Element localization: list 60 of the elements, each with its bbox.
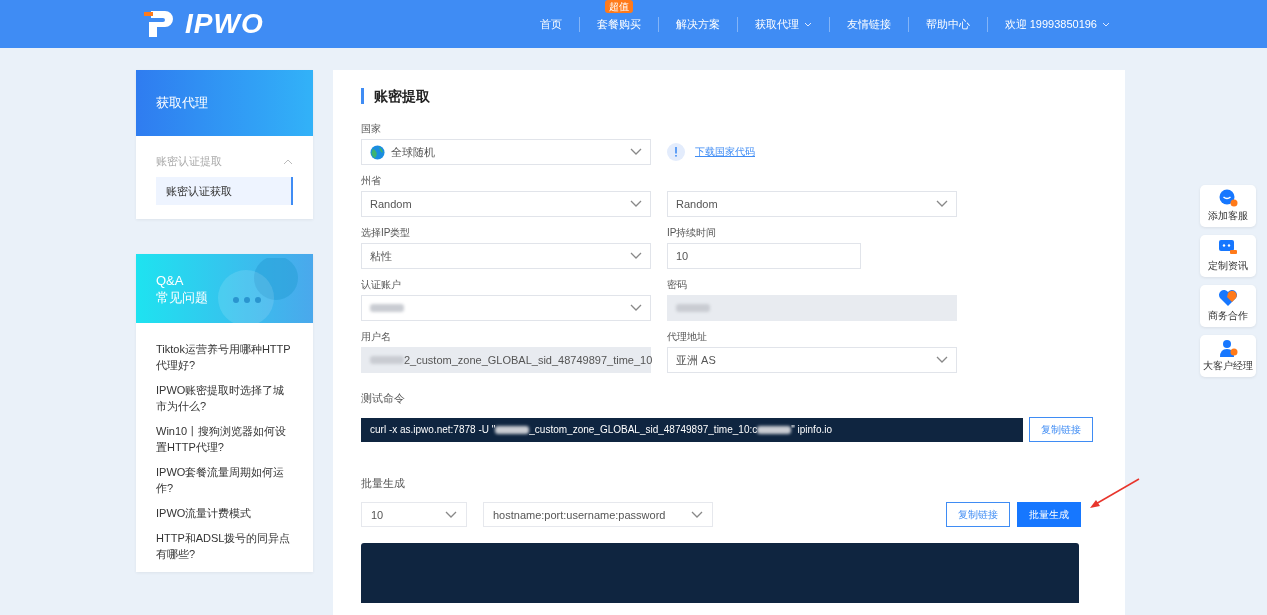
caret-icon [691, 510, 703, 519]
blurred-text [757, 425, 792, 434]
menu-card-title: 获取代理 [136, 70, 313, 136]
input-field[interactable]: 10 [667, 243, 861, 269]
select-field[interactable]: 亚洲 AS [667, 347, 957, 373]
field-label: 密码 [667, 278, 688, 290]
field-label: 国家 [361, 122, 382, 134]
side-float-button[interactable]: 商务合作 [1200, 285, 1256, 327]
input-field[interactable]: 2_custom_zone_GLOBAL_sid_48749897_time_10 [361, 347, 651, 373]
caret-icon [630, 304, 642, 312]
arrow-annotation [1088, 478, 1140, 510]
select-field[interactable]: Random [667, 191, 957, 217]
input-field[interactable] [667, 295, 957, 321]
select-field[interactable]: Random [361, 191, 651, 217]
select-field[interactable]: 粘性 [361, 243, 651, 269]
faq-link[interactable]: IPWO套餐流量周期如何运作? [156, 464, 293, 496]
field-label: 选择IP类型 [361, 226, 412, 238]
faq-link[interactable]: Tiktok运营养号用哪种HTTP代理好? [156, 341, 293, 373]
heart-handshake-icon [1218, 289, 1238, 307]
side-float-button[interactable]: 大客户经理 [1200, 335, 1256, 377]
format-select[interactable]: hostname:port:username:password [483, 502, 713, 527]
chat-bubble-icon [1218, 189, 1238, 207]
message-icon [1218, 239, 1238, 257]
count-select[interactable]: 10 [361, 502, 467, 527]
field-label: 认证账户 [361, 278, 402, 290]
generate-button[interactable]: 批量生成 [1017, 502, 1081, 527]
page-title: 账密提取 [361, 88, 1099, 104]
caret-icon [936, 200, 948, 208]
faq-link[interactable]: IPWO账密提取时选择了城市为什么? [156, 382, 293, 414]
caret-icon [445, 510, 457, 519]
caret-icon [630, 252, 642, 260]
section-label: 批量生成 [361, 476, 406, 491]
blurred-text [676, 304, 710, 312]
blurred-text [495, 425, 530, 434]
field-label: 州省 [361, 174, 382, 186]
side-float-button[interactable]: 定制资讯 [1200, 235, 1256, 277]
caret-icon [936, 356, 948, 364]
blurred-text [370, 356, 404, 364]
select-field[interactable] [361, 295, 651, 321]
field-label: 用户名 [361, 330, 392, 342]
copy-button[interactable]: 复制链接 [946, 502, 1010, 527]
download-link[interactable]: 下载国家代码 [695, 145, 755, 159]
faq-link[interactable]: IPWO流量计费模式 [156, 505, 293, 521]
qa-title: Q&A [156, 272, 185, 289]
section-label: 测试命令 [361, 391, 406, 406]
qa-title: 常见问题 [156, 289, 209, 306]
field-label: IP持续时间 [667, 226, 718, 238]
select-field[interactable]: 全球随机 [361, 139, 651, 165]
side-float-button[interactable]: 添加客服 [1200, 185, 1256, 227]
blurred-text [370, 304, 404, 312]
caret-icon [630, 148, 642, 156]
copy-button[interactable]: 复制链接 [1029, 417, 1093, 442]
caret-icon [630, 200, 642, 208]
nav-badge: 超值 [604, 0, 633, 13]
person-icon [1218, 339, 1238, 357]
info-icon [667, 143, 685, 161]
faq-link[interactable]: Win10丨搜狗浏览器如何设置HTTP代理? [156, 423, 293, 455]
faq-link[interactable]: HTTP和ADSL拨号的同异点有哪些? [156, 530, 293, 562]
menu-item[interactable]: 账密认证获取 [156, 177, 293, 205]
field-label: 代理地址 [667, 330, 708, 342]
